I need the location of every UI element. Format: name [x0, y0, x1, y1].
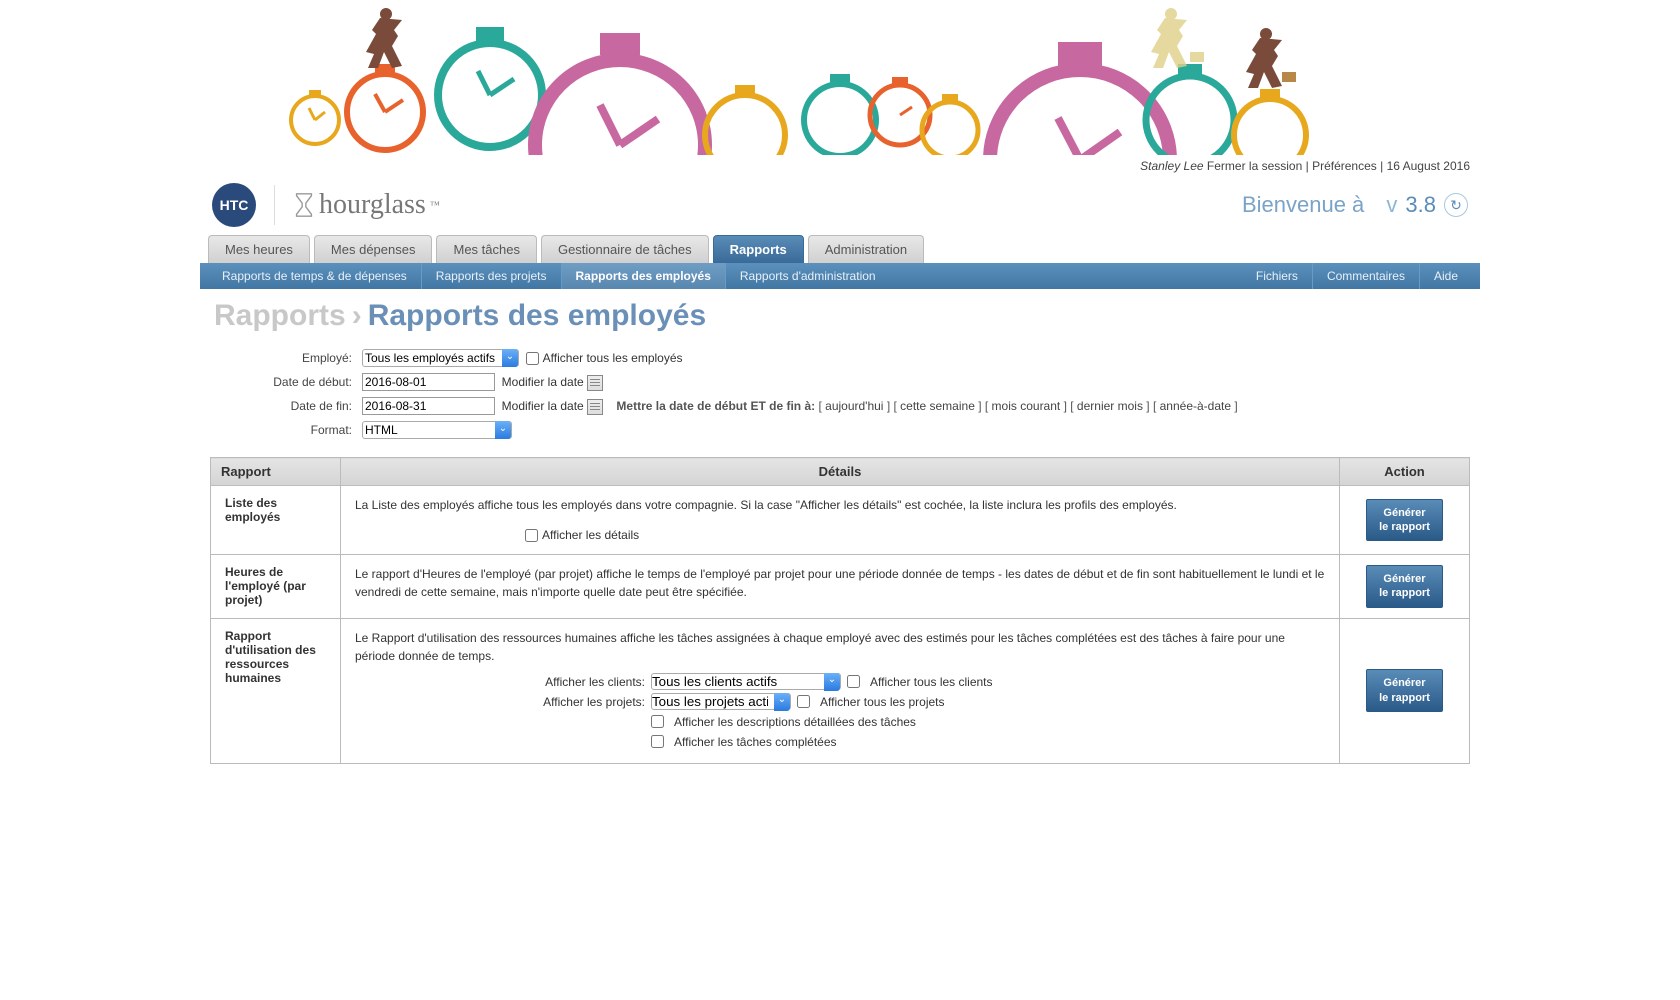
- subnav-commentaires[interactable]: Commentaires: [1313, 263, 1420, 289]
- decorative-banner: [200, 0, 1480, 155]
- format-label: Format:: [216, 419, 356, 441]
- report-name: Liste des employés: [211, 486, 341, 555]
- brand-logo: hourglass™: [293, 189, 440, 221]
- report-name: Heures de l'employé (par projet): [211, 555, 341, 619]
- breadcrumb-root: Rapports: [214, 299, 346, 332]
- subnav-projets[interactable]: Rapports des projets: [422, 263, 562, 289]
- refresh-icon[interactable]: ↻: [1444, 193, 1468, 217]
- generate-button[interactable]: Générer le rapport: [1366, 565, 1443, 608]
- breadcrumb: Rapports›Rapports des employés: [200, 289, 1480, 341]
- col-rapport: Rapport: [211, 458, 341, 486]
- calendar-icon[interactable]: [587, 399, 603, 415]
- employee-label: Employé:: [216, 347, 356, 369]
- tab-mes-depenses[interactable]: Mes dépenses: [314, 235, 433, 263]
- generate-button[interactable]: Générer le rapport: [1366, 669, 1443, 712]
- projects-select[interactable]: Tous les projets actifs: [651, 693, 791, 710]
- quick-month[interactable]: mois courant: [992, 399, 1061, 413]
- report-name: Rapport d'utilisation des ressources hum…: [211, 618, 341, 763]
- subnav-employes[interactable]: Rapports des employés: [562, 263, 726, 289]
- format-select[interactable]: HTML: [362, 421, 512, 439]
- subnav-aide[interactable]: Aide: [1420, 263, 1472, 289]
- report-desc: Le Rapport d'utilisation des ressources …: [355, 629, 1325, 665]
- user-bar: Stanley Lee Fermer la session | Préféren…: [200, 155, 1480, 177]
- quick-week[interactable]: cette semaine: [900, 399, 975, 413]
- subnav-fichiers[interactable]: Fichiers: [1242, 263, 1313, 289]
- table-row: Rapport d'utilisation des ressources hum…: [211, 618, 1470, 763]
- main-tabs: Mes heures Mes dépenses Mes tâches Gesti…: [200, 235, 1480, 263]
- table-row: Heures de l'employé (par projet) Le rapp…: [211, 555, 1470, 619]
- quick-ytd[interactable]: année-à-date: [1160, 399, 1231, 413]
- show-all-employees-checkbox[interactable]: [526, 352, 539, 365]
- filter-panel: Employé: Tous les employés actifs Affich…: [200, 341, 1480, 457]
- report-desc: Le rapport d'Heures de l'employé (par pr…: [355, 565, 1325, 601]
- show-all-clients-checkbox[interactable]: [847, 675, 860, 688]
- col-details: Détails: [341, 458, 1340, 486]
- show-all-employees-label: Afficher tous les employés: [543, 351, 683, 365]
- welcome-version: Bienvenue à v3.8 ↻: [1242, 192, 1468, 218]
- start-date-label: Date de début:: [216, 371, 356, 393]
- col-action: Action: [1340, 458, 1470, 486]
- current-date: 16 August 2016: [1387, 159, 1470, 173]
- generate-button[interactable]: Générer le rapport: [1366, 499, 1443, 542]
- show-completed-checkbox[interactable]: [651, 735, 664, 748]
- username: Stanley Lee: [1140, 159, 1203, 173]
- logo-row: HTC hourglass™ Bienvenue à v3.8 ↻: [200, 177, 1480, 235]
- show-all-projects-checkbox[interactable]: [797, 695, 810, 708]
- hourglass-icon: [293, 192, 315, 218]
- tab-gestionnaire[interactable]: Gestionnaire de tâches: [541, 235, 709, 263]
- modify-start-date[interactable]: Modifier la date: [502, 375, 584, 389]
- tab-rapports[interactable]: Rapports: [713, 235, 804, 263]
- quick-lastmonth[interactable]: dernier mois: [1077, 399, 1143, 413]
- tab-mes-taches[interactable]: Mes tâches: [436, 235, 536, 263]
- end-date-input[interactable]: [362, 397, 495, 415]
- tab-mes-heures[interactable]: Mes heures: [208, 235, 310, 263]
- reports-table: Rapport Détails Action Liste des employé…: [210, 457, 1470, 764]
- breadcrumb-current: Rapports des employés: [368, 299, 706, 332]
- report-desc: La Liste des employés affiche tous les e…: [355, 496, 1325, 514]
- tab-administration[interactable]: Administration: [808, 235, 924, 263]
- clients-select[interactable]: Tous les clients actifs: [651, 673, 841, 690]
- show-task-desc-checkbox[interactable]: [651, 715, 664, 728]
- calendar-icon[interactable]: [587, 375, 603, 391]
- table-row: Liste des employés La Liste des employés…: [211, 486, 1470, 555]
- employee-select[interactable]: Tous les employés actifs: [362, 349, 519, 367]
- quick-dates: Mettre la date de début ET de fin à: [ a…: [613, 399, 1238, 413]
- show-details-checkbox[interactable]: [525, 529, 538, 542]
- logout-link[interactable]: Fermer la session: [1207, 159, 1302, 173]
- end-date-label: Date de fin:: [216, 395, 356, 417]
- subnav-administration[interactable]: Rapports d'administration: [726, 263, 890, 289]
- quick-today[interactable]: aujourd'hui: [825, 399, 883, 413]
- preferences-link[interactable]: Préférences: [1312, 159, 1377, 173]
- modify-end-date[interactable]: Modifier la date: [502, 399, 584, 413]
- start-date-input[interactable]: [362, 373, 495, 391]
- sub-nav: Rapports de temps & de dépenses Rapports…: [200, 263, 1480, 289]
- htc-badge: HTC: [212, 183, 256, 227]
- subnav-temps-depenses[interactable]: Rapports de temps & de dépenses: [208, 263, 422, 289]
